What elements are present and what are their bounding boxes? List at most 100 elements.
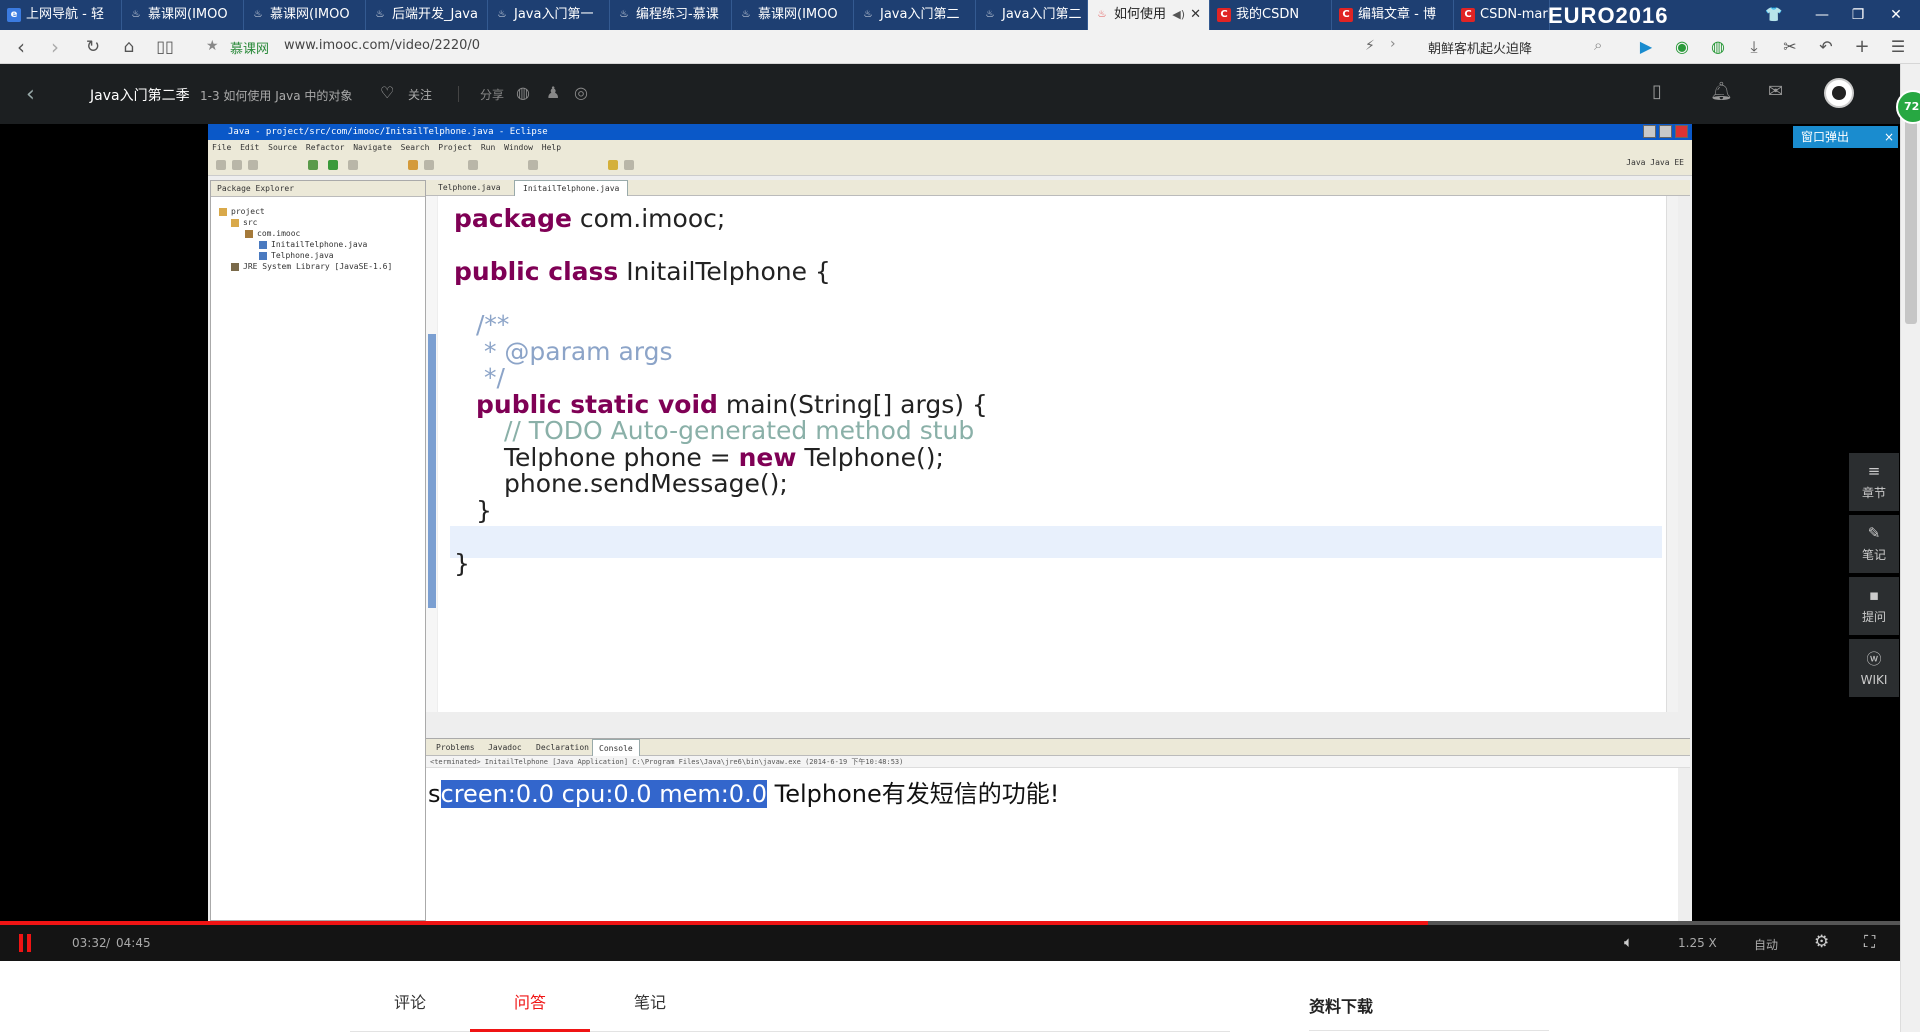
back-icon[interactable]: ‹ [8,34,34,60]
gamepad-icon[interactable]: ◉ [1670,35,1694,59]
csdn-icon: C [1461,8,1475,22]
chevron-right-icon[interactable]: › [1390,36,1396,52]
new-icon [216,160,226,170]
editor-scrollbar [1666,196,1678,712]
popup-close-icon[interactable]: × [1880,126,1898,148]
scissors-icon[interactable]: ✂ [1778,35,1802,59]
forward-icon[interactable]: › [42,34,68,60]
player-controls: 03:32 / 04:45 🔈︎ 1.25 X 自动 ⚙ ⛶ [0,925,1920,961]
back-arrow-icon[interactable]: ‹ [26,82,35,107]
quality-selector[interactable]: 自动 [1754,936,1778,953]
code-line: public class InitailTelphone { [454,257,831,286]
home-icon[interactable]: ⌂ [116,34,142,60]
gear-icon[interactable]: ⚙ [1814,932,1829,952]
tab-comments[interactable]: 评论 [350,991,470,1032]
news-ticker[interactable]: 朝鲜客机起火迫降 [1428,38,1532,57]
weibo-share-icon[interactable]: ◎ [574,83,588,102]
browser-tab[interactable]: e 上网导航 - 轻 [0,0,122,30]
wechat-icon[interactable]: ◍ [1706,35,1730,59]
browser-tab[interactable]: ♨ Java入门第一 [488,0,610,30]
code-text: main(String[] args) { [717,390,988,419]
eclipse-title-bar: Java - project/src/com/imooc/InitailTelp… [208,124,1692,140]
follow-button[interactable]: 关注 [408,86,432,103]
fullscreen-icon[interactable]: ⛶ [1864,932,1875,952]
bell-icon[interactable]: 🔔︎ [1710,81,1733,102]
nav-forward-icon [624,160,634,170]
refresh-icon[interactable]: ↻ [80,34,106,60]
star-icon[interactable]: ★ [206,38,219,54]
keyword: new [738,443,797,472]
undo-icon[interactable]: ↶ [1814,35,1838,59]
side-label: 笔记 [1861,548,1886,562]
divider [458,86,459,102]
browser-tab[interactable]: ♨ Java入门第二 [976,0,1088,30]
heart-icon[interactable]: ♡ [380,83,394,102]
browser-tab[interactable]: C 我的CSDN [1210,0,1332,30]
course-title[interactable]: Java入门第二季 [90,85,190,105]
tab-label: 后端开发_Java [392,7,478,22]
playback-speed[interactable]: 1.25 X [1678,936,1717,950]
wechat-share-icon[interactable]: ◍ [516,83,530,102]
side-wiki-button[interactable]: ⓦ WIKI [1849,639,1899,697]
tab-qa[interactable]: 问答 [470,991,590,1032]
tree-label: src [243,218,258,227]
pause-icon[interactable] [18,934,32,952]
browser-tab[interactable]: ♨ 慕课网(IMOO [732,0,854,30]
browser-tab[interactable]: ♨ 慕课网(IMOO [122,0,244,30]
open-type-icon [424,160,434,170]
browser-tab[interactable]: C 编辑文章 - 博 [1332,0,1454,30]
browser-tab[interactable]: ♨ Java入门第二 [854,0,976,30]
browser-tab-active[interactable]: ♨ 如何使用 ◀) ✕ [1088,0,1210,30]
browser-tab[interactable]: ♨ 后端开发_Java [366,0,488,30]
browser-tab[interactable]: ♨ 慕课网(IMOO [244,0,366,30]
search-icon[interactable]: ⌕ [1594,36,1602,54]
lightning-icon[interactable]: ⚡ [1365,38,1375,54]
volume-icon[interactable]: 🔈︎ [1624,933,1633,951]
side-chapters-button[interactable]: ≡ 章节 [1849,453,1899,511]
avatar[interactable] [1824,78,1854,108]
scrollbar-thumb[interactable] [1905,104,1917,324]
site-name: 慕课网 [230,42,270,57]
video-player[interactable]: Java - project/src/com/imooc/InitailTelp… [0,124,1920,921]
page-scrollbar[interactable] [1900,64,1920,1032]
euro-banner: EURO2016 [1548,3,1669,28]
download-icon[interactable]: ⤓ [1742,35,1766,59]
tab-label: 如何使用 [1114,7,1167,22]
restore-icon[interactable]: ❐ [1840,0,1876,30]
code-text: Telphone(); [796,443,944,472]
url-input[interactable]: www.imooc.com/video/2220/0 [284,38,480,53]
downloads-title: 资料下载 [1309,997,1374,1016]
speaker-icon[interactable]: ◀) [1172,0,1185,30]
shirt-icon[interactable]: 👕 [1756,0,1792,30]
play-icon[interactable]: ▶ [1634,35,1658,59]
address-bar: ‹ › ↻ ⌂ ▯▯ ★ 慕课网 www.imooc.com/video/222… [0,30,1920,64]
qq-share-icon[interactable]: ♟ [546,83,560,102]
side-notes-button[interactable]: ✎ 笔记 [1849,515,1899,573]
code-line: // TODO Auto-generated method stub [504,416,975,445]
console-status: <terminated> InitailTelphone [Java Appli… [426,756,1690,768]
run-icon [328,160,338,170]
plus-icon[interactable]: + [1850,35,1874,59]
close-window-icon[interactable]: ✕ [1878,0,1914,30]
editor-tab-bar: Telphone.java InitailTelphone.java [426,180,1690,196]
menu-icon[interactable]: ☰ [1886,35,1910,59]
side-question-button[interactable]: ▪ 提问 [1849,577,1899,635]
flame-icon: ♨ [375,9,385,20]
mail-icon[interactable]: ✉ [1768,81,1783,102]
reader-icon[interactable]: ▯▯ [152,34,178,60]
mobile-icon[interactable]: ▯ [1652,81,1662,102]
flame-icon: ♨ [863,9,873,20]
browser-tab[interactable]: ♨ 编程练习-慕课 [610,0,732,30]
browser-tab[interactable]: C CSDN-mark [1454,0,1550,30]
keyword: package [454,204,572,233]
tab-label: Java入门第一 [514,7,594,22]
popup-label: 窗口弹出 [1801,130,1850,144]
tab-notes[interactable]: 笔记 [590,991,710,1032]
tab-label: 慕课网(IMOO [758,7,838,22]
close-icon[interactable]: ✕ [1190,0,1201,30]
tab-label: Java入门第二 [1002,7,1082,22]
close-icon [1675,125,1688,138]
side-label: 提问 [1861,610,1886,624]
code-line: Telphone phone = new Telphone(); [504,443,944,472]
minimize-icon[interactable]: — [1804,0,1840,30]
